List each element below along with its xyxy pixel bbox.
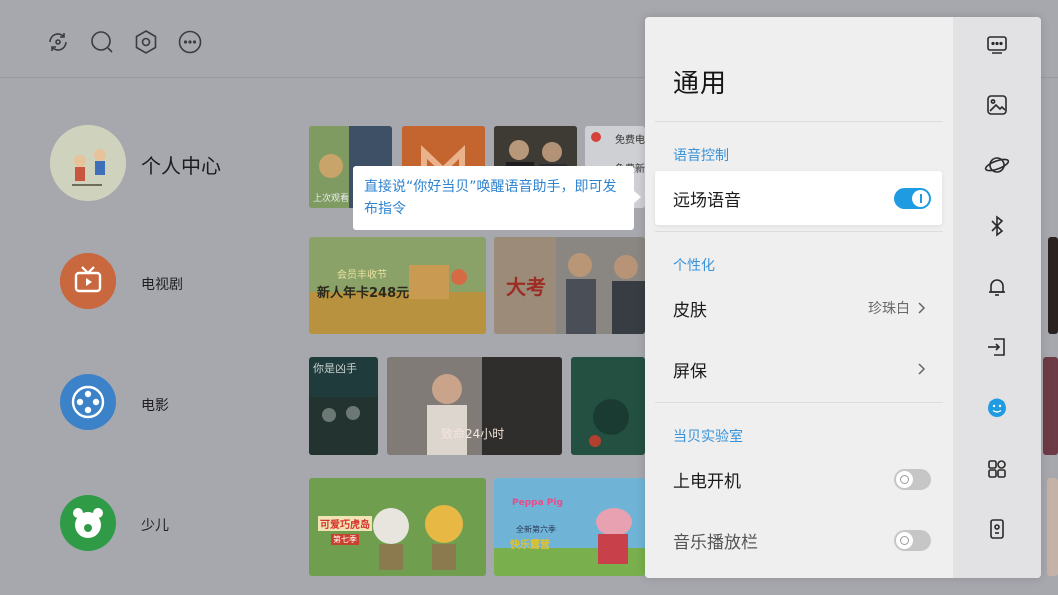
content-tile-show[interactable]: 大考 xyxy=(494,237,645,334)
content-tile-peppa[interactable]: Peppa Pig 全新第六季 快乐露营 xyxy=(494,478,645,576)
chevron-right-icon xyxy=(918,302,926,314)
divider xyxy=(655,231,943,232)
tooltip-arrow xyxy=(633,190,641,204)
settings-title: 通用 xyxy=(673,69,728,99)
category-movie[interactable]: 电影 xyxy=(40,371,300,471)
far-field-voice-toggle[interactable] xyxy=(894,188,931,209)
input-source-icon[interactable] xyxy=(982,332,1012,362)
power-on-boot-toggle[interactable] xyxy=(894,469,931,490)
setting-label: 皮肤 xyxy=(673,301,707,321)
film-reel-icon xyxy=(60,374,116,430)
content-tile-partial[interactable] xyxy=(1043,357,1058,455)
category-label: 少儿 xyxy=(141,518,169,534)
bluetooth-icon[interactable] xyxy=(982,211,1012,241)
display-icon[interactable] xyxy=(982,29,1012,59)
setting-label: 屏保 xyxy=(673,362,707,382)
setting-screensaver[interactable]: 屏保 xyxy=(655,342,942,396)
divider xyxy=(655,402,943,403)
sync-icon[interactable] xyxy=(45,29,71,55)
kids-title: 可爱巧虎岛 xyxy=(318,516,372,531)
voice-hint-tooltip: 直接说“你好当贝”唤醒语音助手，即可发布指令 xyxy=(353,166,634,230)
section-header-lab: 当贝实验室 xyxy=(673,429,743,445)
toggle-knob xyxy=(896,532,913,549)
settings-category-rail xyxy=(953,17,1041,578)
kids-sub: 第七季 xyxy=(331,534,359,545)
face-icon[interactable] xyxy=(982,393,1012,423)
planet-icon[interactable] xyxy=(982,150,1012,180)
content-tile-movie[interactable]: 你是凶手 xyxy=(309,357,378,455)
chevron-right-icon xyxy=(918,363,926,375)
profile-avatar[interactable] xyxy=(50,125,126,201)
movie-title: 你是凶手 xyxy=(313,362,357,375)
settings-content: 通用 语音控制 远场语音 个性化 皮肤 珍珠白 屏保 当贝实验室 上电开机 音乐… xyxy=(645,17,953,578)
divider xyxy=(655,121,943,122)
tv-icon xyxy=(60,253,116,309)
setting-skin[interactable]: 皮肤 珍珠白 xyxy=(655,281,942,335)
section-header-voice-control: 语音控制 xyxy=(673,148,729,164)
content-tile-partial[interactable] xyxy=(1048,237,1058,334)
banner-line2: 新人年卡248元 xyxy=(317,286,410,301)
picture-icon[interactable] xyxy=(982,90,1012,120)
search-icon[interactable] xyxy=(89,29,115,55)
message-icon[interactable] xyxy=(177,29,203,55)
bear-icon xyxy=(60,495,116,551)
music-bar-toggle[interactable] xyxy=(894,530,931,551)
movie-title: 致命24小时 xyxy=(441,427,505,441)
category-tv-series[interactable]: 电视剧 xyxy=(40,250,300,350)
toggle-knob xyxy=(896,471,913,488)
category-kids[interactable]: 少儿 xyxy=(40,493,300,593)
bell-icon[interactable] xyxy=(982,272,1012,302)
show-title: 大考 xyxy=(506,275,546,299)
setting-music-bar[interactable]: 音乐播放栏 xyxy=(655,513,942,567)
content-tile-partial[interactable] xyxy=(1047,478,1058,576)
tile-caption: 上次观看 xyxy=(313,194,350,204)
peppa-title: Peppa Pig xyxy=(512,498,563,508)
skin-value: 珍珠白 xyxy=(868,301,910,317)
promo-banner[interactable]: 会员丰收节 新人年卡248元 xyxy=(309,237,486,334)
content-tile-movie[interactable] xyxy=(571,357,645,455)
setting-label: 上电开机 xyxy=(673,472,741,492)
apps-icon[interactable] xyxy=(982,454,1012,484)
device-icon[interactable] xyxy=(982,514,1012,544)
peppa-sub: 全新第六季 xyxy=(516,525,556,534)
settings-gear-icon[interactable] xyxy=(133,29,159,55)
peppa-sub2: 快乐露营 xyxy=(510,540,550,551)
setting-label: 音乐播放栏 xyxy=(673,533,758,553)
settings-panel: 通用 语音控制 远场语音 个性化 皮肤 珍珠白 屏保 当贝实验室 上电开机 音乐… xyxy=(645,17,1041,578)
content-tile-movie[interactable]: 致命24小时 xyxy=(387,357,562,455)
toggle-knob xyxy=(912,190,929,207)
section-header-personalization: 个性化 xyxy=(673,258,715,274)
play-dot-icon xyxy=(591,132,601,142)
profile-center-label[interactable]: 个人中心 xyxy=(141,150,221,179)
banner-line1: 会员丰收节 xyxy=(337,270,387,281)
setting-far-field-voice[interactable]: 远场语音 xyxy=(655,171,942,225)
tile-text: 免费电 xyxy=(615,135,645,146)
category-label: 电影 xyxy=(141,398,169,414)
setting-label: 远场语音 xyxy=(673,191,741,211)
category-label: 电视剧 xyxy=(141,277,183,293)
setting-power-on-boot[interactable]: 上电开机 xyxy=(655,452,942,506)
content-tile-kids[interactable]: 可爱巧虎岛 第七季 xyxy=(309,478,486,576)
